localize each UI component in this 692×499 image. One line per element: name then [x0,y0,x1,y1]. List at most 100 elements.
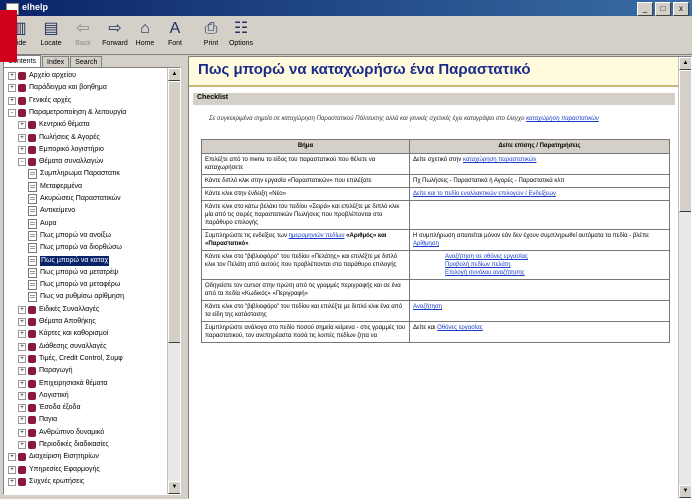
step-link[interactable]: ημερομηνιών πεδίων [289,233,345,239]
tree-item[interactable]: + Διάθεσης συναλλαγές [18,342,106,352]
step-text: Κάντε κλικ στο "βιβλιοφόρο" του πεδίου «… [205,254,398,268]
toolbar-locate-button[interactable]: ▤ Locate [36,18,66,52]
expand-icon[interactable]: + [8,72,16,80]
tree-item[interactable]: + Έσοδα έξοδα [18,403,81,413]
expand-icon[interactable]: + [18,441,26,449]
table-row: Συμπληρώστε τις ενδείξεις των ημερομηνιώ… [201,229,670,251]
tree-item[interactable]: + Ανθρώπινο δυναμικό [18,428,104,438]
tree-item[interactable]: + Γενικές αρχές [8,96,71,106]
tree-item[interactable]: + Παγια [18,415,57,425]
tree-item[interactable]: Πως μπορώ να ανοίξω [28,230,111,241]
tree-item[interactable]: + Ειδικές Συναλλαγές [18,305,99,315]
tree-item[interactable]: + Επιχειρησιακά θέματα [18,379,107,389]
note-text: Δείτε σχετικό στην [413,157,463,163]
note-link[interactable]: Αρίθμηση [413,241,439,247]
expand-icon[interactable]: + [18,391,26,400]
tree-item[interactable]: + Παραγωγή [18,366,73,376]
tree-item[interactable]: Μεταφερμένα [28,181,83,192]
expand-icon[interactable]: + [18,305,26,314]
tree-item[interactable]: + Παράδειγμα και βοηθημα [8,83,107,93]
collapse-icon[interactable]: - [18,158,26,167]
tree-item[interactable]: + Πωλήσεις & Αγορές [18,133,100,143]
intro-link[interactable]: καταχώρηση παραστατικών [526,116,599,122]
tree-item-label: Κεντρικό θέματα [39,121,90,129]
tree-item[interactable]: + Κεντρικό θέματα [18,120,90,130]
font-icon: A [169,20,181,37]
note-link[interactable]: Δείτε και το πεδίο εναλλακτικών επιλογών… [413,191,556,197]
tree-item[interactable]: Πως να ρυθμίσω αρίθμηση [28,292,124,303]
note-link[interactable]: Αναζήτηση [413,304,442,310]
tree-item[interactable]: Πως μπορώ να διορθώσω [28,243,122,254]
tree-item-label: Μεταφερμένα [40,182,83,190]
tree-item[interactable]: + Εμπορικό λογιστήριο [18,145,104,155]
tree-item[interactable]: Πως μπορώ να μεταφέρω [28,280,120,291]
tree-item[interactable]: + Θέματα Αποθήκης [18,317,96,327]
expand-icon[interactable]: + [18,416,26,425]
topic-scroll-down-icon[interactable]: ▼ [679,485,691,498]
toolbar-options-button[interactable]: ☷ Options [226,18,256,52]
tree-item[interactable]: Πως μπορώ να καταχ [28,255,110,266]
expand-icon[interactable]: + [8,453,16,462]
topic-scrollbar[interactable]: ▲ ▼ [678,57,691,498]
expand-icon[interactable]: + [18,354,26,363]
step-cell: Οδηγείστε τον cursor στην πρώτη από τις … [201,279,410,301]
expand-icon[interactable]: + [8,477,16,486]
toolbar-font-button[interactable]: A Font [160,18,190,52]
note-link[interactable]: Αναζήτηση σε οθόνες εργασίας [413,253,666,261]
step-cell: Συμπληρώστε τις ενδείξεις των ημερομηνιώ… [201,229,410,251]
tree-item[interactable]: + Συχνές ερωτήσεις [8,477,84,487]
expand-icon[interactable]: + [18,404,26,413]
tree-item[interactable]: + Διαχείριση Εισητηρίων [8,452,99,462]
step-cell: Κάντε κλικ στο "βιβλιοφόρο" του πεδίου κ… [201,300,410,322]
scroll-up-arrow-icon[interactable]: ▲ [168,68,180,81]
toolbar-home-button[interactable]: ⌂ Home [130,18,160,52]
tree-item[interactable]: - Θέματα συναλλαγών [18,157,103,167]
maximize-button[interactable]: □ [655,2,671,16]
expand-icon[interactable]: + [18,133,26,142]
expand-icon[interactable]: + [8,96,16,105]
minimize-button[interactable]: _ [637,2,653,16]
tree-item[interactable]: + Κάρτες και καθορισμοί [18,329,108,339]
scroll-down-arrow-icon[interactable]: ▼ [168,481,180,494]
expand-icon[interactable]: + [18,145,26,154]
tree-item[interactable]: Αντικείμενο [28,206,75,217]
tree-item[interactable]: Συμπληρωμα Παραστατικ [28,169,120,180]
tree-item[interactable]: + Λογιστική [18,391,69,401]
toolbar-forward-button[interactable]: ⇨ Forward [100,18,130,52]
tree-item[interactable]: + Αρχείο αρχείου [8,71,76,81]
tree-item[interactable]: Πως μπορώ να μετατρέψ [28,267,118,278]
expand-icon[interactable]: + [18,330,26,339]
tree-item[interactable]: Ακυρώσεις Παραστατικών [28,194,121,204]
note-link[interactable]: Οθόνες εργασίας [437,325,483,331]
tree-scrollbar[interactable]: ▲ ▼ [167,68,180,494]
tree-item[interactable]: + Τιμές, Credit Control, Συμφ [18,354,123,364]
expand-icon[interactable]: + [18,121,26,130]
expand-icon[interactable]: + [18,379,26,388]
expand-icon[interactable]: + [8,465,16,474]
note-link[interactable]: Επιλογή συνόλου αναζήτησης [413,269,666,277]
tree-item-label: Ειδικές Συναλλαγές [39,305,100,313]
expand-icon[interactable]: + [8,84,16,93]
expand-icon[interactable]: + [18,428,26,437]
tree-item[interactable]: + Περιοδικές διαδικασίες [18,440,109,450]
toolbar-back-button[interactable]: ⇦ Back [68,18,98,52]
tree-scroll-thumb[interactable] [168,81,180,343]
expand-icon[interactable]: + [18,318,26,326]
close-button[interactable]: x [673,2,689,16]
toolbar-print-button[interactable]: ⎙ Print [196,18,226,52]
tree-item[interactable]: - Παραμετροποίηση & λειτουργία [8,108,126,118]
step-cell: Κάντε κλικ στην ένδειξη «Νέο» [201,187,410,201]
intro-sentence: Σε συγκεκριμένα σημεία σε καταχώρηση Παρ… [209,116,525,122]
toolbar-button-label: Home [135,40,155,47]
title-bar[interactable]: elhelp _ □ x [0,0,692,16]
expand-icon[interactable]: + [18,342,26,351]
tree-item[interactable]: Αυρα [28,218,57,229]
topic-scroll-up-icon[interactable]: ▲ [679,57,691,70]
note-link[interactable]: Προβολή πεδίων πελάτη [413,261,666,269]
expand-icon[interactable]: + [18,367,26,376]
topic-scroll-thumb[interactable] [679,70,691,212]
note-link[interactable]: καταχώρηση παραστατικών [463,157,536,163]
toolbar-button-label: Options [228,40,254,47]
collapse-icon[interactable]: - [8,108,16,117]
tree-item[interactable]: + Υπηρεσίες Εφαρμογής [8,465,100,475]
